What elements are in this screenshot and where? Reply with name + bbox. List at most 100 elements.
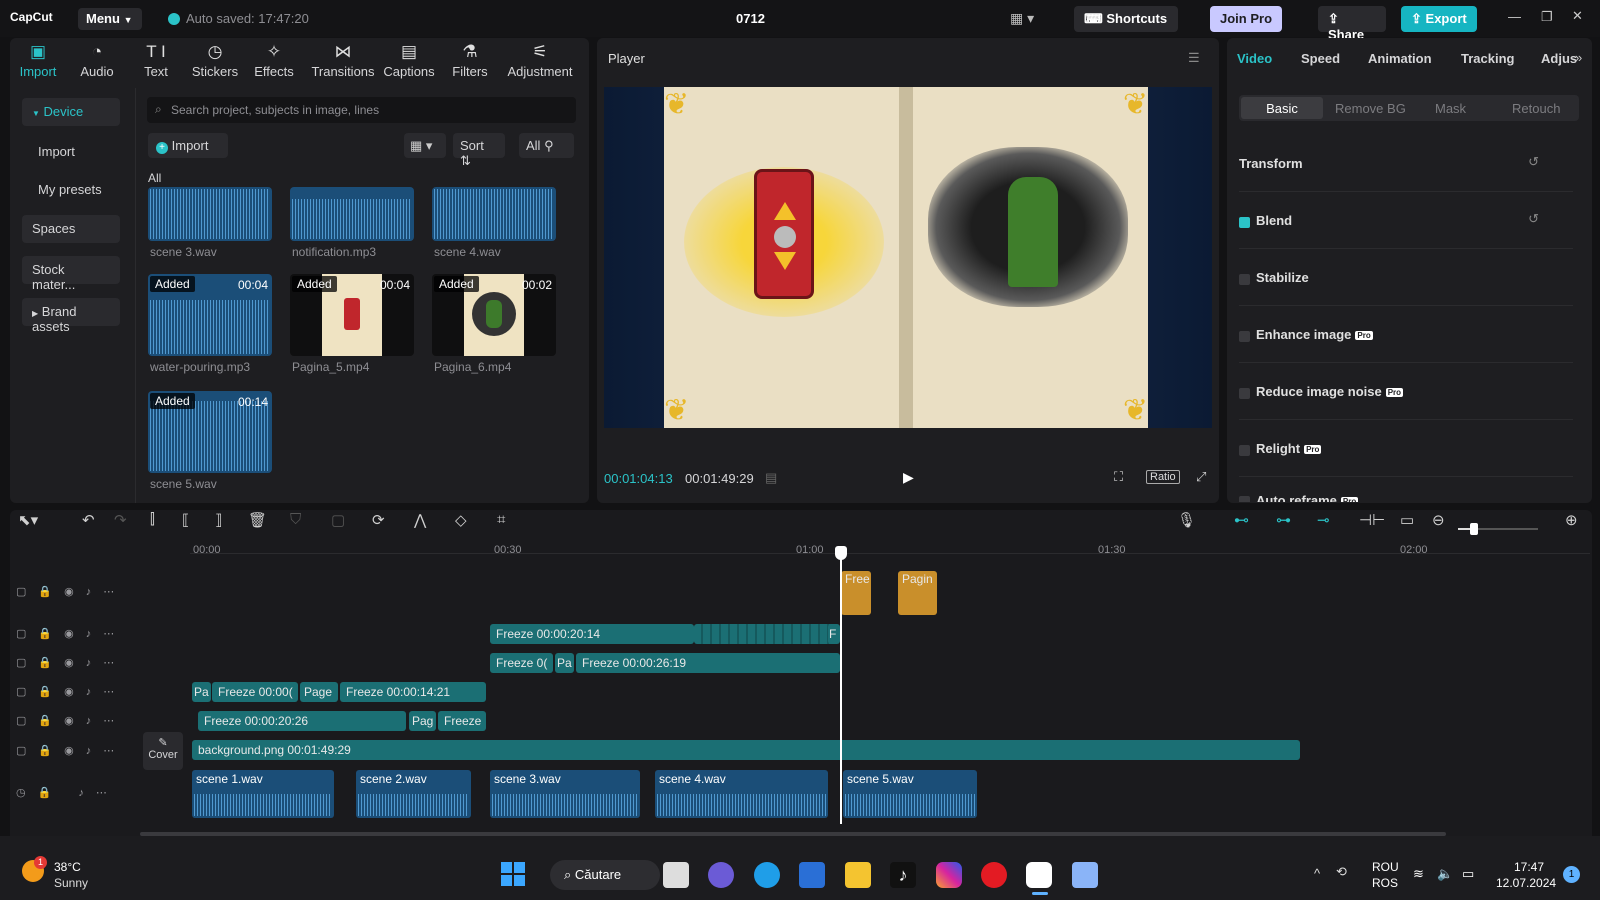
restore-icon[interactable]: ❐ bbox=[1541, 9, 1553, 25]
tab-captions[interactable]: ▤ Captions bbox=[380, 42, 438, 79]
subtab-remove-bg[interactable]: Remove BG bbox=[1335, 101, 1406, 116]
folder-icon[interactable] bbox=[845, 862, 871, 888]
menu-button[interactable]: Menu ▼ bbox=[78, 8, 142, 30]
media-item[interactable]: Added 00:14 bbox=[148, 391, 272, 473]
tab-tracking[interactable]: Tracking bbox=[1461, 51, 1514, 66]
relight-checkbox[interactable] bbox=[1239, 445, 1250, 456]
delete-icon[interactable]: 🗑 bbox=[248, 511, 267, 529]
audio-clip[interactable]: scene 1.wav bbox=[192, 770, 334, 818]
playhead[interactable] bbox=[840, 552, 842, 824]
view-mode-button[interactable]: ▦ ▾ bbox=[404, 133, 446, 158]
task-view-icon[interactable] bbox=[663, 862, 689, 888]
link-icon[interactable]: ⊸ bbox=[1317, 511, 1330, 529]
undo-icon[interactable]: ↶ bbox=[82, 511, 95, 529]
timeline-clip[interactable]: Freeze bbox=[438, 711, 486, 731]
more-tabs-icon[interactable]: » bbox=[1575, 50, 1582, 65]
sync-icon[interactable]: ⟲ bbox=[1336, 864, 1347, 880]
timeline-clip[interactable]: Freeze 00:00:20:26 bbox=[198, 711, 406, 731]
taskbar-search[interactable]: ⌕ Căutare bbox=[550, 860, 660, 890]
edge-icon[interactable] bbox=[754, 862, 780, 888]
select-tool-icon[interactable]: ⬉▾ bbox=[18, 511, 38, 529]
tab-adjustment[interactable]: ⚟ Adjustment bbox=[503, 42, 577, 79]
search-input[interactable]: ⌕ Search project, subjects in image, lin… bbox=[147, 97, 576, 123]
video-preview[interactable]: ❦ ❦ ❦ ❦ bbox=[604, 87, 1212, 428]
tab-effects[interactable]: ✧ Effects bbox=[245, 42, 303, 79]
zoom-out-icon[interactable]: ⊖ bbox=[1432, 511, 1445, 529]
opera-icon[interactable] bbox=[981, 862, 1007, 888]
timeline-clip[interactable]: Freeze 00:00( bbox=[212, 682, 298, 702]
audio-clip[interactable]: scene 3.wav bbox=[490, 770, 640, 818]
rotate-icon[interactable]: ◇ bbox=[455, 511, 467, 529]
timeline-clip[interactable]: Freeze 00:00:26:19 bbox=[576, 653, 840, 673]
frames-icon[interactable]: ▤ bbox=[765, 470, 777, 486]
import-button[interactable]: + Import bbox=[148, 133, 228, 158]
timeline-clip[interactable]: Freeze 0( bbox=[490, 653, 553, 673]
microphone-icon[interactable]: 🎙 bbox=[1177, 511, 1196, 529]
track-controls[interactable]: ▢🔒◉♪⋯ bbox=[16, 627, 126, 640]
split-right-icon[interactable]: ⟧ bbox=[215, 511, 222, 529]
audio-track-controls[interactable]: ◷🔒 ♪⋯ bbox=[16, 786, 119, 799]
timeline-clip[interactable]: Page bbox=[300, 682, 338, 702]
store-icon[interactable] bbox=[799, 862, 825, 888]
share-button[interactable]: ⇪ Share bbox=[1318, 6, 1386, 42]
mirror-icon[interactable]: ⋀ bbox=[414, 511, 426, 529]
media-item[interactable] bbox=[290, 187, 414, 241]
track-controls[interactable]: ▢🔒◉♪⋯ bbox=[16, 656, 126, 669]
layout-icon[interactable]: ▦ ▾ bbox=[1010, 10, 1034, 27]
teams-icon[interactable] bbox=[708, 862, 734, 888]
tab-speed[interactable]: Speed bbox=[1301, 51, 1340, 66]
prop-relight[interactable]: Relight Pro bbox=[1239, 421, 1573, 477]
stabilize-checkbox[interactable] bbox=[1239, 274, 1250, 285]
timeline-clip[interactable]: Pa bbox=[555, 653, 574, 673]
filter-button[interactable]: All ⚲ bbox=[519, 133, 574, 158]
tab-stickers[interactable]: ◷ Stickers bbox=[186, 42, 244, 79]
clock-time[interactable]: 17:47 bbox=[1514, 860, 1544, 874]
magnet-icon[interactable]: ⊶ bbox=[1276, 511, 1291, 529]
tab-text[interactable]: T I Text bbox=[127, 42, 185, 79]
tab-audio[interactable]: ◔ Audio bbox=[68, 42, 126, 79]
capcut-taskbar-icon[interactable] bbox=[1026, 862, 1052, 888]
prop-auto-reframe[interactable]: Auto reframe Pro bbox=[1239, 490, 1579, 502]
timeline-clip[interactable]: Pag bbox=[409, 711, 436, 731]
close-icon[interactable]: ✕ bbox=[1572, 8, 1583, 24]
reset-icon[interactable]: ↺ bbox=[1528, 154, 1539, 170]
tiktok-icon[interactable]: ♪ bbox=[890, 862, 916, 888]
speed-icon[interactable]: ⟳ bbox=[372, 511, 385, 529]
background-clip[interactable]: background.png 00:01:49:29 bbox=[192, 740, 1300, 760]
prop-enhance-image[interactable]: Enhance image Pro bbox=[1239, 307, 1573, 363]
split-icon[interactable]: ⫿ bbox=[150, 511, 155, 528]
player-menu-icon[interactable]: ☰ bbox=[1188, 50, 1200, 66]
audio-clip[interactable]: scene 2.wav bbox=[356, 770, 471, 818]
subtab-retouch[interactable]: Retouch bbox=[1512, 101, 1560, 116]
instagram-icon[interactable] bbox=[936, 862, 962, 888]
media-item[interactable]: Added 00:04 bbox=[148, 274, 272, 356]
media-item[interactable]: Added 00:04 bbox=[290, 274, 414, 356]
join-pro-button[interactable]: Join Pro bbox=[1210, 6, 1282, 32]
tab-adjust[interactable]: Adjus bbox=[1541, 51, 1577, 66]
tray-chevron-icon[interactable]: ^ bbox=[1314, 866, 1320, 881]
prop-transform[interactable]: Transform ↺ bbox=[1239, 136, 1573, 192]
track-controls[interactable]: ▢🔒◉♪⋯ bbox=[16, 714, 126, 727]
tab-video[interactable]: Video bbox=[1237, 51, 1272, 66]
audio-clip[interactable]: scene 4.wav bbox=[655, 770, 828, 818]
timeline-clip[interactable]: Free bbox=[841, 571, 871, 615]
audio-clip[interactable]: scene 5.wav bbox=[843, 770, 977, 818]
prop-blend[interactable]: Blend ↺ bbox=[1239, 193, 1573, 249]
tab-filters[interactable]: ⚗ Filters bbox=[441, 42, 499, 79]
wifi-icon[interactable]: ≋ bbox=[1413, 866, 1424, 882]
minimize-icon[interactable]: — bbox=[1508, 9, 1521, 24]
sidebar-item-device[interactable]: ▼ Device bbox=[22, 98, 120, 126]
track-controls[interactable]: ▢🔒◉♪⋯ bbox=[16, 585, 126, 598]
windows-start-icon[interactable] bbox=[501, 862, 525, 886]
media-item[interactable] bbox=[148, 187, 272, 241]
noise-checkbox[interactable] bbox=[1239, 388, 1250, 399]
enhance-checkbox[interactable] bbox=[1239, 331, 1250, 342]
timeline-clip[interactable]: Freeze 00:00:20:14 bbox=[490, 624, 694, 644]
zoom-slider[interactable] bbox=[1458, 523, 1538, 535]
prop-reduce-noise[interactable]: Reduce image noise Pro bbox=[1239, 364, 1573, 420]
freeze-icon[interactable]: ▢ bbox=[331, 511, 345, 529]
preview-axis-icon[interactable]: ▭ bbox=[1400, 511, 1414, 529]
prop-stabilize[interactable]: Stabilize bbox=[1239, 250, 1573, 306]
notepad-icon[interactable] bbox=[1072, 862, 1098, 888]
track-controls[interactable]: ▢🔒◉♪⋯ bbox=[16, 744, 126, 757]
